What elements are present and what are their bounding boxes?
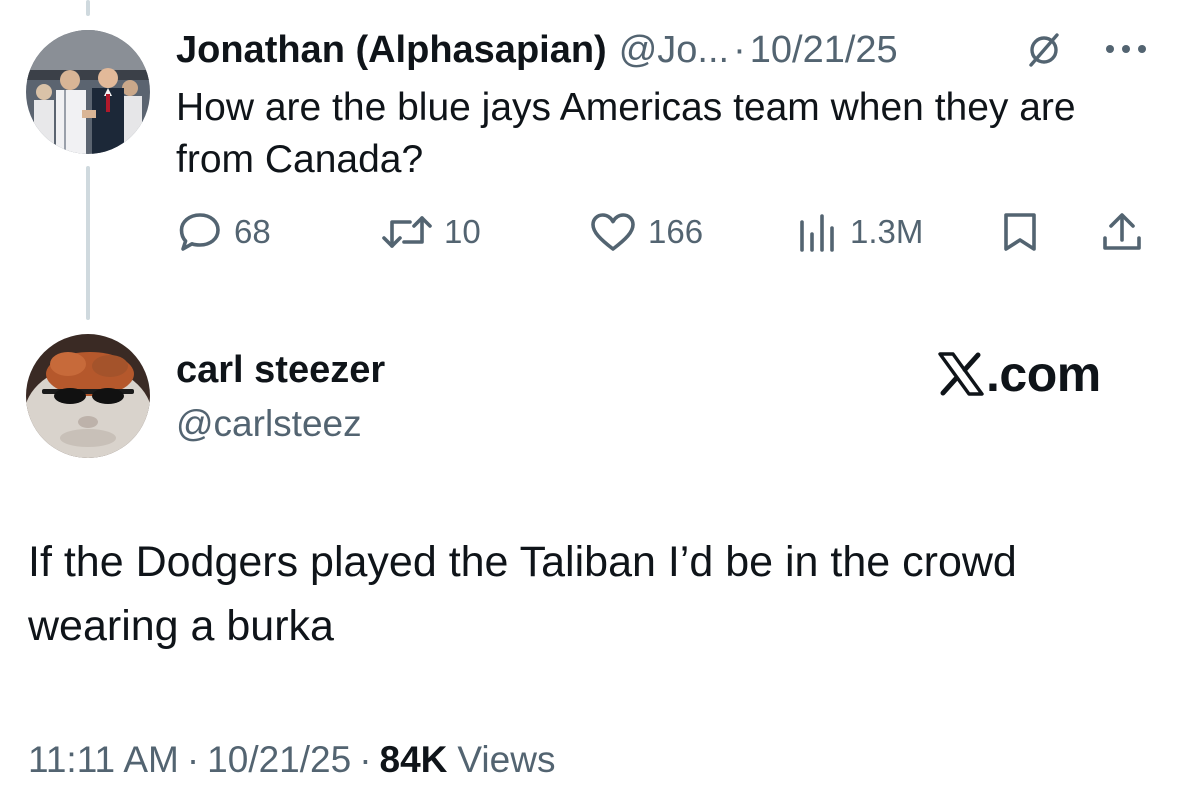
reply-count: 68 xyxy=(234,213,271,250)
x-com-watermark: .com xyxy=(938,346,1101,402)
grok-icon[interactable] xyxy=(1024,30,1064,75)
parent-header-separator: · xyxy=(733,29,746,71)
parent-author-handle[interactable]: @Jo... xyxy=(619,26,729,74)
like-button[interactable]: 166 xyxy=(590,206,703,258)
views-count: 1.3M xyxy=(850,213,924,250)
tweet-meta: 11:11 AM · 10/21/25 · 84K Views xyxy=(28,734,555,786)
parent-tweet-header: Jonathan (Alphasapian) @Jo... · 10/21/25 xyxy=(176,26,898,74)
parent-avatar[interactable] xyxy=(26,30,150,154)
reply-button[interactable]: 68 xyxy=(178,206,271,258)
bookmark-icon xyxy=(1004,213,1036,251)
watermark-text: .com xyxy=(986,346,1101,402)
meta-separator: · xyxy=(359,739,372,780)
main-author-handle[interactable]: @carlsteez xyxy=(176,400,362,448)
parent-tweet-date[interactable]: 10/21/25 xyxy=(750,26,898,74)
views-total: 84K xyxy=(379,739,448,780)
x-logo-icon xyxy=(938,352,984,396)
bookmark-button[interactable] xyxy=(1000,206,1040,258)
parent-tweet-text: How are the blue jays Americas team when… xyxy=(176,86,1076,181)
tweet-date[interactable]: 10/21/25 xyxy=(207,739,351,781)
meta-separator: · xyxy=(186,739,200,780)
tweet-screenshot: Jonathan (Alphasapian) @Jo... · 10/21/25… xyxy=(0,0,1179,804)
views-icon xyxy=(800,214,834,252)
tweet-time[interactable]: 11:11 AM xyxy=(28,739,179,781)
more-icon[interactable] xyxy=(1104,42,1148,60)
like-count: 166 xyxy=(648,213,704,250)
retweet-count: 10 xyxy=(444,213,481,250)
retweet-icon xyxy=(382,216,432,248)
heart-icon xyxy=(591,213,635,251)
views-button[interactable]: 1.3M xyxy=(796,206,923,258)
main-tweet-text: If the Dodgers played the Taliban I’d be… xyxy=(28,538,1017,650)
views-label: Views xyxy=(457,739,556,780)
thread-line-top xyxy=(86,0,90,16)
share-button[interactable] xyxy=(1100,206,1144,258)
retweet-button[interactable]: 10 xyxy=(382,206,481,258)
main-avatar[interactable] xyxy=(26,334,150,458)
reply-icon xyxy=(179,213,220,251)
main-author-name[interactable]: carl steezer xyxy=(176,346,385,394)
parent-action-bar: 68 10 166 1.3M xyxy=(0,206,1179,258)
parent-author-name[interactable]: Jonathan (Alphasapian) xyxy=(176,26,607,74)
share-icon xyxy=(1103,213,1141,250)
